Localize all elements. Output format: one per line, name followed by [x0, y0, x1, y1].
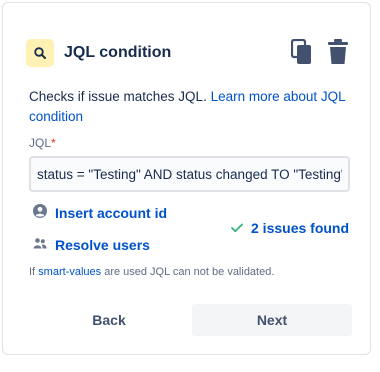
resolve-users-label: Resolve users	[55, 236, 150, 253]
jql-input[interactable]	[29, 156, 350, 192]
people-icon	[33, 236, 47, 253]
insert-account-id-label: Insert account id	[55, 204, 168, 221]
jql-condition-card: JQL condition Checks if issue matches JQ…	[2, 2, 371, 355]
person-icon	[33, 204, 47, 221]
card-actions	[290, 39, 350, 65]
description-text: Checks if issue matches JQL.	[29, 89, 211, 104]
check-icon	[231, 220, 243, 236]
note-suffix: are used JQL can not be validated.	[101, 266, 275, 278]
jql-field-label: JQL*	[29, 136, 56, 150]
jql-label-text: JQL	[29, 136, 52, 150]
card-header: JQL condition	[26, 37, 350, 69]
issues-found-text: 2 issues found	[251, 220, 350, 236]
required-mark: *	[51, 136, 56, 150]
smart-values-note: If smart-values are used JQL can not be …	[29, 266, 274, 278]
back-button[interactable]: Back	[29, 304, 189, 336]
resolve-users-button[interactable]: Resolve users	[33, 236, 150, 253]
copy-icon[interactable]	[290, 39, 314, 65]
trash-icon[interactable]	[326, 39, 350, 65]
validation-result: 2 issues found	[231, 220, 349, 236]
note-prefix: If	[29, 266, 39, 278]
search-icon	[26, 39, 54, 67]
insert-account-id-button[interactable]: Insert account id	[33, 204, 167, 221]
card-title: JQL condition	[64, 44, 172, 61]
next-button[interactable]: Next	[192, 304, 352, 336]
description: Checks if issue matches JQL. Learn more …	[29, 87, 359, 127]
smart-values-link[interactable]: smart-values	[38, 266, 101, 278]
